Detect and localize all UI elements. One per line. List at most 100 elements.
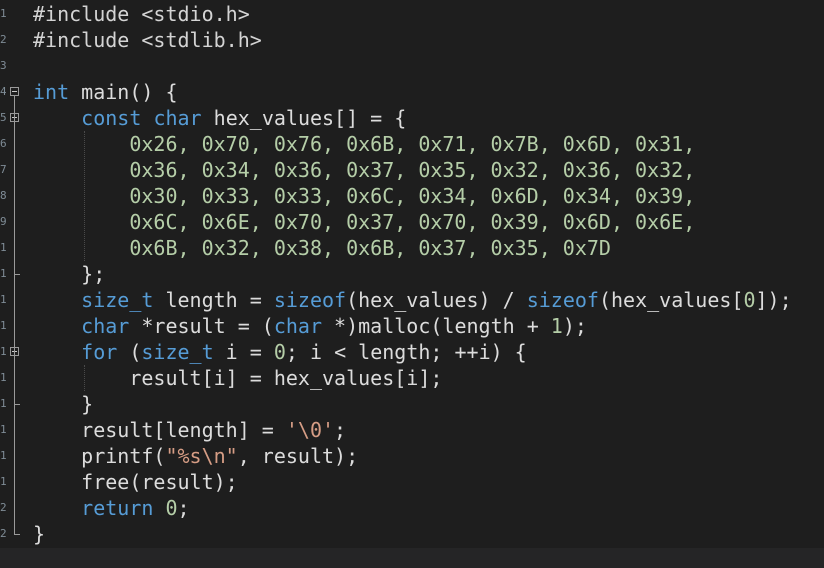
fold-region-end [14,404,20,405]
line-number: 17 [0,423,6,436]
code-token: ; [334,418,347,442]
code-token: 0x6C, 0x6E, 0x70, 0x37, 0x70, 0x39, 0x6D… [33,210,696,234]
code-line[interactable]: 0x30, 0x33, 0x33, 0x6C, 0x34, 0x6D, 0x34… [33,183,695,209]
horizontal-scrollbar-area[interactable] [0,548,824,568]
fold-region-end [14,274,20,275]
code-line[interactable]: } [33,391,93,417]
line-number: 8 [0,189,6,202]
code-line[interactable]: for (size_t i = 0; i < length; ++i) { [33,339,527,365]
line-number-gutter: 123456789101112131415161718192021 [0,0,31,568]
code-line[interactable]: 0x36, 0x34, 0x36, 0x37, 0x35, 0x32, 0x36… [33,157,695,183]
code-token: '\0' [285,418,335,442]
code-line[interactable]: size_t length = sizeof(hex_values) / siz… [33,287,792,313]
code-line[interactable]: 0x26, 0x70, 0x76, 0x6B, 0x71, 0x7B, 0x6D… [33,131,695,157]
code-token: 0x6B, 0x32, 0x38, 0x6B, 0x37, 0x35, 0x7D [33,236,611,260]
code-token: char [273,314,323,338]
code-token: 0 [743,288,756,312]
code-editor[interactable]: 123456789101112131415161718192021 #inclu… [0,0,824,568]
code-token: 0x36, 0x34, 0x36, 0x37, 0x35, 0x32, 0x36… [33,158,696,182]
code-line[interactable]: #include <stdio.h> [33,1,250,27]
indent-guide [84,131,85,261]
code-token: int [33,80,70,104]
code-token: ); [562,314,587,338]
code-token: length = [153,288,274,312]
code-token: #include <stdlib.h> [33,28,262,52]
fold-region-end [14,534,20,535]
line-number: 2 [0,33,6,46]
code-line[interactable]: #include <stdlib.h> [33,27,262,53]
code-token: for [81,340,118,364]
code-line[interactable]: result[length] = '\0'; [33,417,346,443]
code-token: *)malloc(length + [322,314,551,338]
code-line[interactable]: result[i] = hex_values[i]; [33,365,442,391]
line-number: 10 [0,241,6,254]
code-token: ( [117,340,142,364]
code-line[interactable]: int main() { [33,79,178,105]
code-token: result[i] = hex_values[i]; [33,366,443,390]
code-line[interactable]: } [33,521,45,547]
code-token: sizeof [273,288,347,312]
code-token: (hex_values[ [598,288,744,312]
line-number: 7 [0,163,6,176]
line-number: 18 [0,449,6,462]
code-token: result[length] = [33,418,286,442]
code-token: i = [213,340,274,364]
code-token: 0 [165,496,178,520]
code-line[interactable]: const char hex_values[] = { [33,105,406,131]
code-line[interactable]: free(result); [33,469,238,495]
line-number: 9 [0,215,6,228]
code-token: sizeof [526,288,599,312]
line-number: 19 [0,475,6,488]
line-number: 4 [0,85,6,98]
line-number: 16 [0,397,6,410]
line-number: 12 [0,293,6,306]
code-token: char [153,106,202,130]
line-number: 5 [0,111,6,124]
code-token: ; [177,496,190,520]
code-token: size_t [81,288,154,312]
code-token: }; [33,262,106,286]
code-token: *result = ( [129,314,274,338]
code-token: ]); [755,288,792,312]
code-token: ; i < length; ++i) { [285,340,527,364]
code-token: , result); [237,444,359,468]
line-number: 14 [0,345,6,358]
code-token: printf( [33,444,166,468]
code-token: free(result); [33,470,238,494]
indent-guide [84,365,85,391]
line-number: 6 [0,137,6,150]
code-token: 0x30, 0x33, 0x33, 0x6C, 0x34, 0x6D, 0x34… [33,184,696,208]
code-token: const [81,106,142,130]
code-token: main() { [69,80,178,104]
line-number: 15 [0,371,6,384]
fold-toggle-icon[interactable] [10,87,19,96]
code-line[interactable]: }; [33,261,105,287]
code-token: #include <stdio.h> [33,2,250,26]
code-line[interactable]: return 0; [33,495,190,521]
code-token: hex_values[] = { [201,106,407,130]
code-token: } [33,522,46,546]
code-line[interactable]: 0x6C, 0x6E, 0x70, 0x37, 0x70, 0x39, 0x6D… [33,209,695,235]
code-token: "%s\n" [165,444,238,468]
code-line[interactable]: char *result = (char *)malloc(length + 1… [33,313,587,339]
code-line[interactable]: printf("%s\n", result); [33,443,358,469]
line-number: 21 [0,527,6,540]
code-token: (hex_values) / [346,288,527,312]
line-number: 20 [0,501,6,514]
fold-region-line [14,356,15,404]
code-token: return [81,496,154,520]
fold-region-line [14,122,15,274]
code-token: size_t [141,340,214,364]
line-number: 1 [0,7,6,20]
line-number: 13 [0,319,6,332]
code-token: 1 [550,314,563,338]
code-token: 0 [273,340,286,364]
code-line[interactable]: 0x6B, 0x32, 0x38, 0x6B, 0x37, 0x35, 0x7D [33,235,611,261]
line-number: 3 [0,59,6,72]
